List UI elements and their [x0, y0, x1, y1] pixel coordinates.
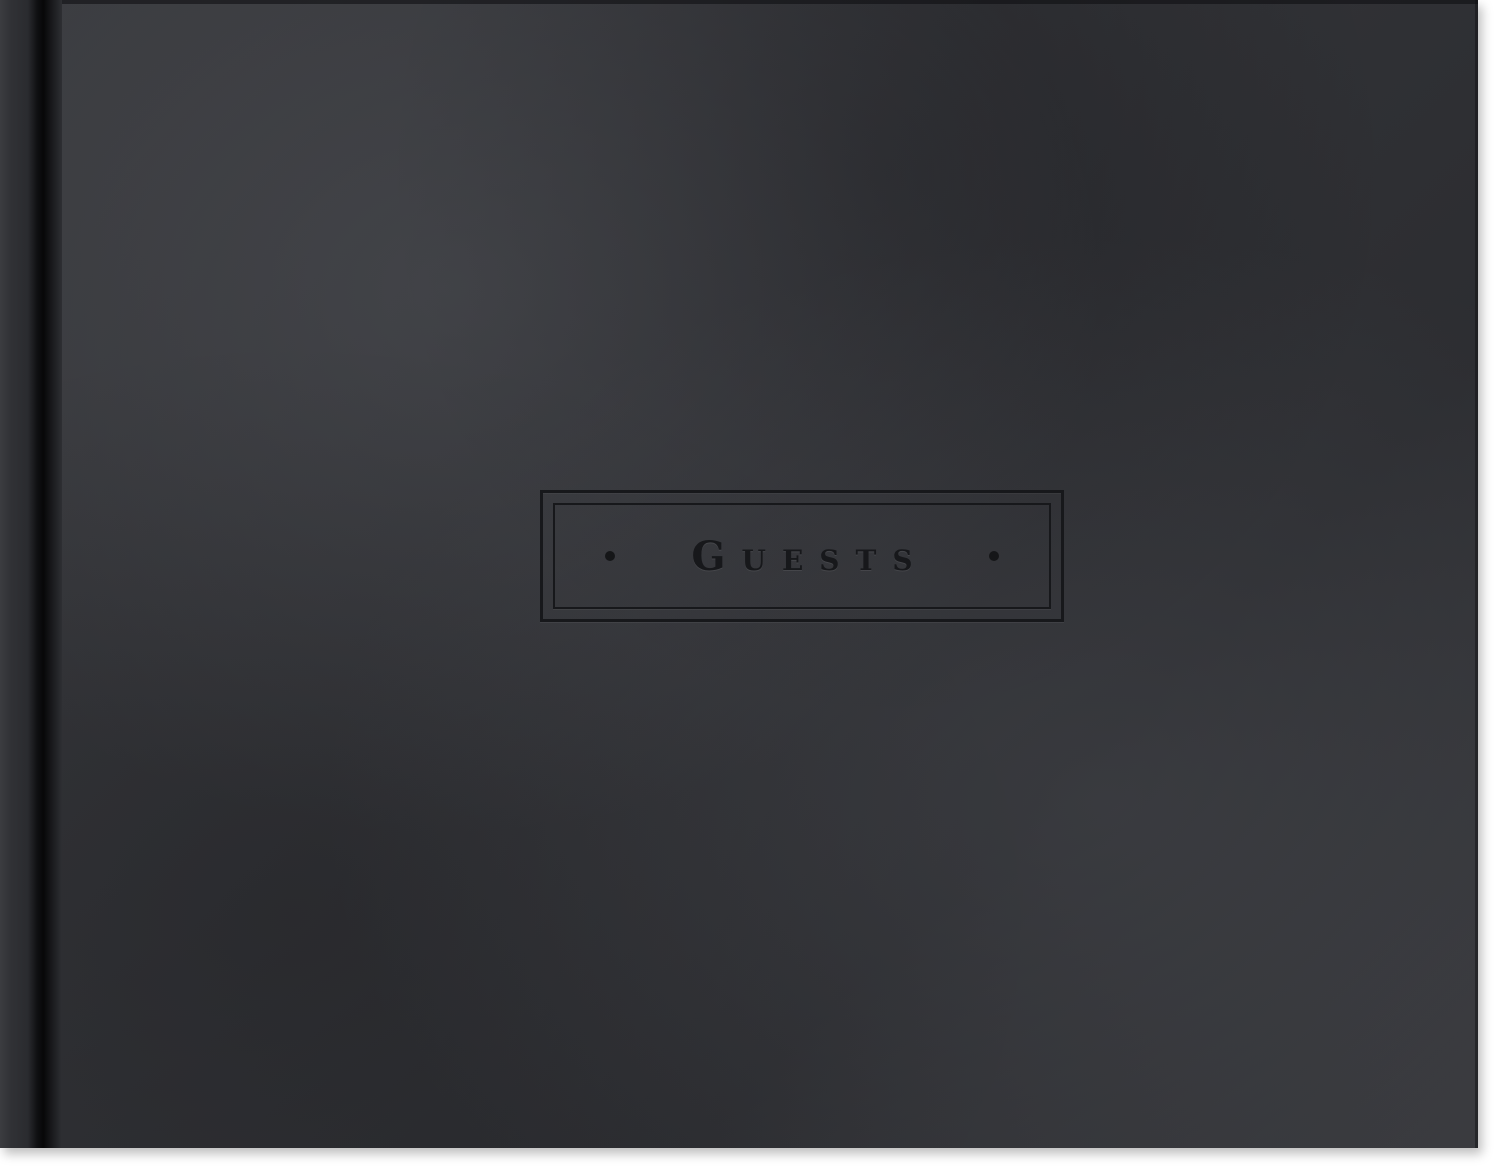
spine-highlight — [0, 0, 12, 1148]
cover-title: Guests — [691, 532, 929, 580]
ornament-dot-right — [989, 551, 999, 561]
cover-right-edge — [1475, 0, 1478, 1148]
embossed-title-frame: Guests — [540, 490, 1064, 622]
embossed-title-inner-frame: Guests — [553, 503, 1051, 609]
cover-top-edge — [62, 0, 1478, 4]
book-spine — [0, 0, 62, 1148]
product-image: Guests — [0, 0, 1500, 1174]
guest-book-cover: Guests — [0, 0, 1478, 1148]
ornament-dot-left — [605, 551, 615, 561]
